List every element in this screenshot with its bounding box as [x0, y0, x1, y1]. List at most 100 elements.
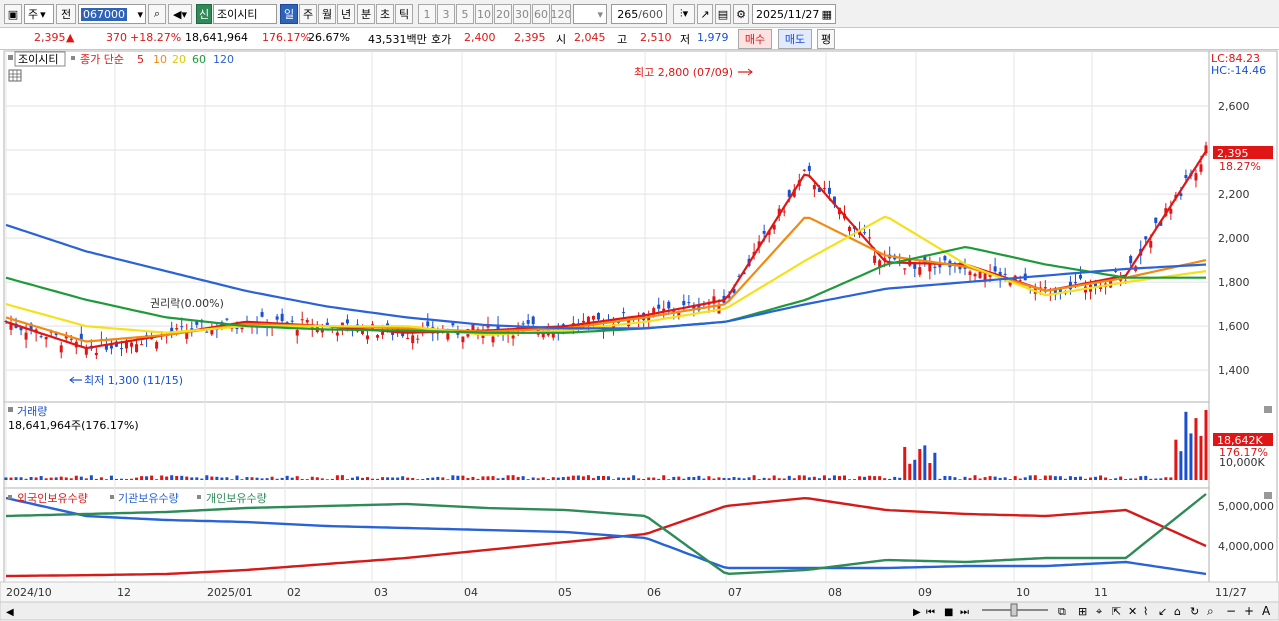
period-tick[interactable]: 틱 [395, 4, 413, 24]
gear-icon[interactable]: ⚙ [733, 4, 749, 24]
legend-ma20: 20 [172, 53, 186, 66]
candle-body [1003, 273, 1007, 275]
minute-3[interactable]: 3 [437, 4, 455, 24]
cursor-icon[interactable]: ⇱ [1112, 605, 1121, 618]
minute-5[interactable]: 5 [456, 4, 474, 24]
chart-area[interactable]: 2,6002,4002,2002,0001,8001,6001,4005,000… [0, 50, 1279, 621]
sell-button[interactable]: 매도 [778, 29, 812, 49]
search-icon[interactable]: ⌕ [148, 4, 166, 24]
volume-bar [496, 478, 500, 480]
market-select[interactable]: 주 ▾ [24, 4, 54, 24]
pin-icon[interactable]: ⌇ [1143, 605, 1148, 618]
code-input[interactable]: 067000 ▾ [78, 4, 146, 24]
refresh-icon[interactable]: ↻ [1190, 605, 1199, 618]
zoom-out-icon[interactable]: − [1226, 604, 1236, 618]
volume-bar [832, 475, 836, 480]
table-icon[interactable] [8, 69, 22, 82]
period-second[interactable]: 초 [376, 4, 394, 24]
candle-body [280, 313, 284, 321]
minute-20[interactable]: 20 [494, 4, 512, 24]
period-month[interactable]: 월 [318, 4, 336, 24]
font-size-icon[interactable]: A [1262, 604, 1271, 618]
period-week[interactable]: 주 [299, 4, 317, 24]
volume-bar [506, 475, 510, 480]
stock-name-field[interactable]: 조이시티 [213, 4, 277, 24]
volume-bar [250, 477, 254, 480]
cross-icon[interactable]: ✕ [1128, 605, 1137, 618]
volume-bar [1008, 479, 1012, 480]
minute-30[interactable]: 30 [513, 4, 531, 24]
last-page-icon[interactable]: ⏭ [960, 607, 969, 618]
volume-bar [627, 477, 631, 480]
volume-bar [481, 476, 485, 480]
scroll-left-icon[interactable]: ◀ [6, 607, 14, 618]
legend-marker-icon [71, 56, 75, 60]
minute-120[interactable]: 120 [551, 4, 571, 24]
main-toolbar: ▣ 주 ▾ 전 067000 ▾ ⌕ ◀▾ 신 조이시티 일 주 월 년 분 초 틱… [0, 0, 1279, 28]
volume-bar [913, 459, 917, 480]
save-icon[interactable]: ▤ [715, 4, 731, 24]
minute-60[interactable]: 60 [532, 4, 550, 24]
crosshair-icon[interactable]: ⌖ [1096, 605, 1102, 618]
volume-bar [451, 475, 455, 480]
zoom-in-icon[interactable]: + [1244, 604, 1254, 618]
minute-1[interactable]: 1 [418, 4, 436, 24]
line-draw-icon[interactable]: ↙ [1158, 605, 1167, 618]
window-icon[interactable]: ▣ [4, 4, 22, 24]
volume-bar [350, 477, 354, 480]
panel-close-icon[interactable] [1264, 492, 1272, 499]
price-panel [3, 50, 1210, 403]
volume-bar [903, 446, 907, 480]
volume-bar [722, 477, 726, 480]
volume-bar [1179, 451, 1183, 480]
candle-body [782, 211, 786, 213]
line-tool-icon[interactable]: ↗ [697, 4, 713, 24]
custom-minute-select[interactable]: ▾ [573, 4, 607, 24]
buy-button[interactable]: 매수 [738, 29, 772, 49]
volume-bar [767, 478, 771, 480]
count-max: /600 [638, 7, 663, 21]
y-tick-label: 2,200 [1218, 188, 1250, 201]
stop-icon[interactable]: ■ [944, 607, 953, 618]
volume-bar [551, 477, 555, 480]
volume-bar [717, 477, 721, 480]
count-input[interactable]: 265/600 [611, 4, 667, 24]
period-minute[interactable]: 분 [357, 4, 375, 24]
volume-bar [19, 477, 23, 480]
prev-button[interactable]: 전 [56, 4, 76, 24]
volume-bar [285, 475, 289, 480]
camera-icon[interactable]: ⌂ [1174, 605, 1181, 618]
chevron-down-icon: ▾ [597, 7, 603, 21]
x-tick-label: 07 [728, 586, 742, 599]
candle-body [812, 185, 816, 190]
minute-10[interactable]: 10 [475, 4, 493, 24]
legend-individual: 개인보유수량 [206, 492, 267, 505]
holding-y-tick: 5,000,000 [1218, 500, 1274, 513]
zoom-handle[interactable] [1010, 603, 1018, 617]
compare-icon[interactable]: ⧉ [1058, 605, 1066, 618]
volume-bar [381, 477, 385, 480]
volume-bar [1129, 478, 1133, 480]
period-year[interactable]: 년 [337, 4, 355, 24]
legend-marker-icon [197, 495, 201, 499]
low-price: 1,979 [697, 31, 729, 44]
scroll-right-icon[interactable]: ▶ [913, 607, 921, 618]
panel-close-icon[interactable] [1264, 406, 1272, 413]
date-input[interactable]: 2025/11/27 ▦ [752, 4, 836, 24]
first-page-icon[interactable]: ⏮ [926, 607, 935, 618]
candle-type-icon[interactable]: ⫶▾ [673, 4, 695, 24]
volume-bar [421, 478, 425, 480]
volume-bar [135, 477, 139, 480]
grid-toggle-icon[interactable]: ⊞ [1078, 605, 1087, 618]
avg-button[interactable]: 평 [817, 29, 835, 49]
candle-body [39, 336, 43, 338]
volume-bar [581, 476, 585, 480]
volume-bar [807, 477, 811, 480]
period-day[interactable]: 일 [280, 4, 298, 24]
low-annotation: 최저 1,300 (11/15) [84, 374, 183, 387]
zoom-search-icon[interactable]: ⌕ [1207, 604, 1214, 618]
volume-bar [873, 476, 877, 480]
speaker-icon[interactable]: ◀▾ [168, 4, 192, 24]
legend-ma60: 60 [192, 53, 206, 66]
volume-bar [777, 478, 781, 480]
